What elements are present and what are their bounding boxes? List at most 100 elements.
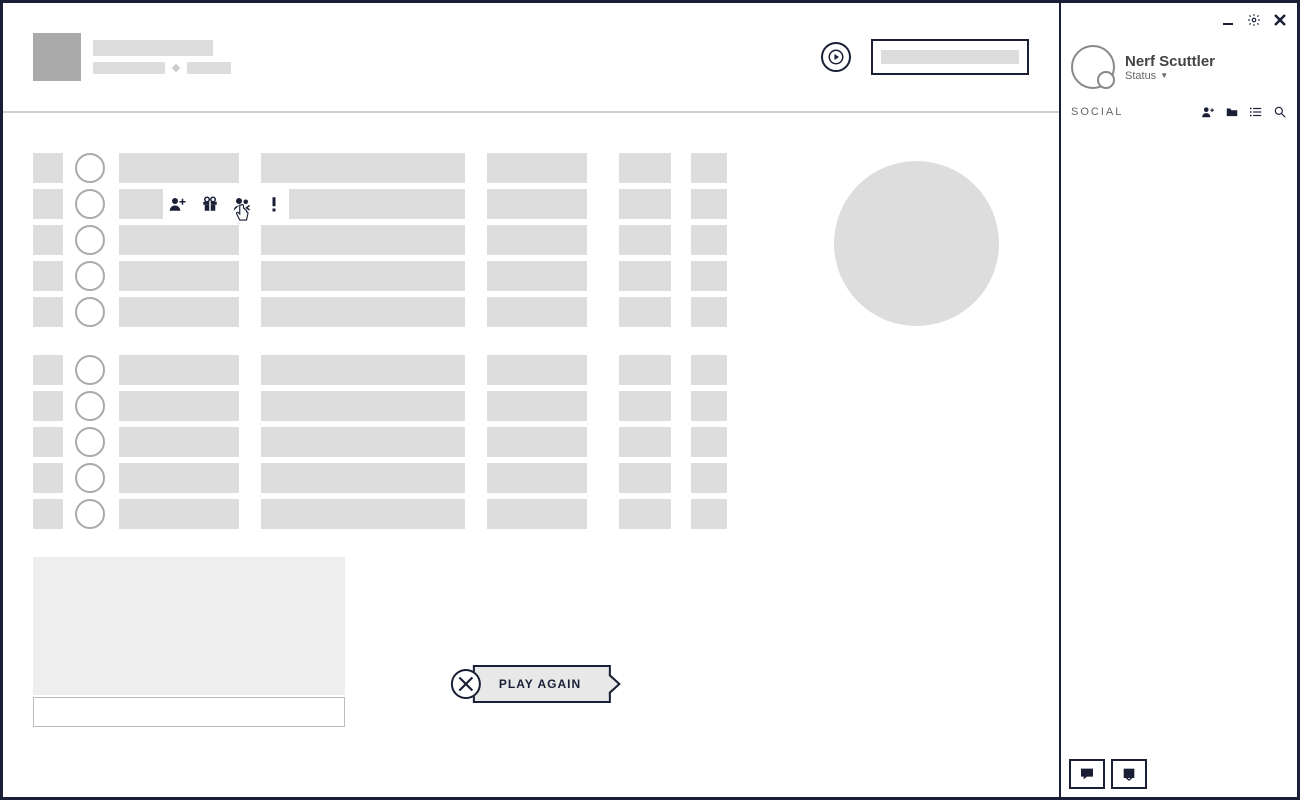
champion-avatar[interactable] [75,499,105,529]
items-cell [261,261,465,291]
gold-cell [619,499,671,529]
kda-cell [487,391,587,421]
items-cell [261,153,465,183]
champion-avatar[interactable] [75,153,105,183]
kda-cell [487,153,587,183]
kda-cell [487,297,587,327]
cs-cell [691,261,727,291]
rank-cell [33,261,63,291]
player-row[interactable] [33,463,1029,493]
rank-cell [33,355,63,385]
kda-cell [487,463,587,493]
match-sub-b [187,62,231,74]
header-right [821,39,1029,75]
champion-avatar[interactable] [75,225,105,255]
champion-avatar[interactable] [75,463,105,493]
header-search[interactable] [871,39,1029,75]
player-row[interactable] [33,153,1029,183]
player-name-cell [119,427,239,457]
gold-cell [619,153,671,183]
report-action[interactable] [265,195,283,213]
gold-cell [619,297,671,327]
dismiss-button[interactable] [451,669,481,699]
player-name-cell [119,391,239,421]
gift-action[interactable] [201,195,219,213]
profile-avatar[interactable] [1071,45,1115,89]
profile-block: Nerf Scuttler Status [1061,27,1297,99]
player-row[interactable] [33,189,1029,219]
cs-cell [691,153,727,183]
watch-replay-button[interactable] [821,42,851,72]
items-cell [261,427,465,457]
scoreboard: PLAY AGAIN [3,113,1059,727]
player-row-actions [163,189,289,219]
items-cell [261,391,465,421]
player-row[interactable] [33,355,1029,385]
player-row[interactable] [33,261,1029,291]
minimize-button[interactable] [1221,13,1235,27]
diamond-separator-icon [172,64,180,72]
add-friend-action[interactable] [169,195,187,213]
close-icon [453,671,479,697]
honor-panel [33,557,345,695]
side-bottom-actions [1069,759,1147,789]
close-icon [1273,13,1287,27]
cs-cell [691,499,727,529]
kda-cell [487,355,587,385]
folder-button[interactable] [1225,105,1239,119]
search-friends-button[interactable] [1273,105,1287,119]
champion-avatar[interactable] [75,189,105,219]
main-area: PLAY AGAIN [3,3,1061,797]
player-name-cell [119,153,239,183]
gold-cell [619,463,671,493]
sort-button[interactable] [1249,105,1263,119]
champion-avatar[interactable] [75,297,105,327]
play-again-button[interactable]: PLAY AGAIN [473,665,611,703]
player-row[interactable] [33,391,1029,421]
kda-cell [487,189,587,219]
folder-icon [1225,105,1239,119]
gold-cell [619,261,671,291]
kda-cell [487,261,587,291]
champion-avatar[interactable] [75,261,105,291]
side-panel: Nerf Scuttler Status SOCIAL [1061,3,1297,797]
settings-button[interactable] [1247,13,1261,27]
kda-cell [487,427,587,457]
champion-avatar[interactable] [75,391,105,421]
champion-avatar[interactable] [75,427,105,457]
gear-icon [1247,13,1261,27]
match-sub-a [93,62,165,74]
missions-button[interactable] [1111,759,1147,789]
status-dropdown[interactable]: Status [1125,70,1215,82]
player-row[interactable] [33,427,1029,457]
add-friend-button[interactable] [1201,105,1215,119]
rank-cell [33,297,63,327]
social-actions [1201,105,1287,119]
rank-cell [33,499,63,529]
player-row[interactable] [33,225,1029,255]
cs-cell [691,189,727,219]
player-row[interactable] [33,499,1029,529]
gift-icon [201,195,219,213]
player-row[interactable] [33,297,1029,327]
champion-avatar[interactable] [75,355,105,385]
social-label: SOCIAL [1071,106,1123,118]
rank-cell [33,153,63,183]
cs-cell [691,391,727,421]
player-name-cell [119,463,239,493]
chat-button[interactable] [1069,759,1105,789]
kda-cell [487,499,587,529]
game-mode-icon [33,33,81,81]
player-name-cell [119,499,239,529]
team-2 [33,355,1029,529]
search-placeholder [881,50,1019,64]
gold-cell [619,225,671,255]
close-window-button[interactable] [1273,13,1287,27]
profile-info: Nerf Scuttler Status [1125,53,1215,82]
player-name-cell [119,297,239,327]
honor-input[interactable] [33,697,345,727]
items-cell [261,189,465,219]
cs-cell [691,355,727,385]
cs-cell [691,463,727,493]
cs-cell [691,225,727,255]
